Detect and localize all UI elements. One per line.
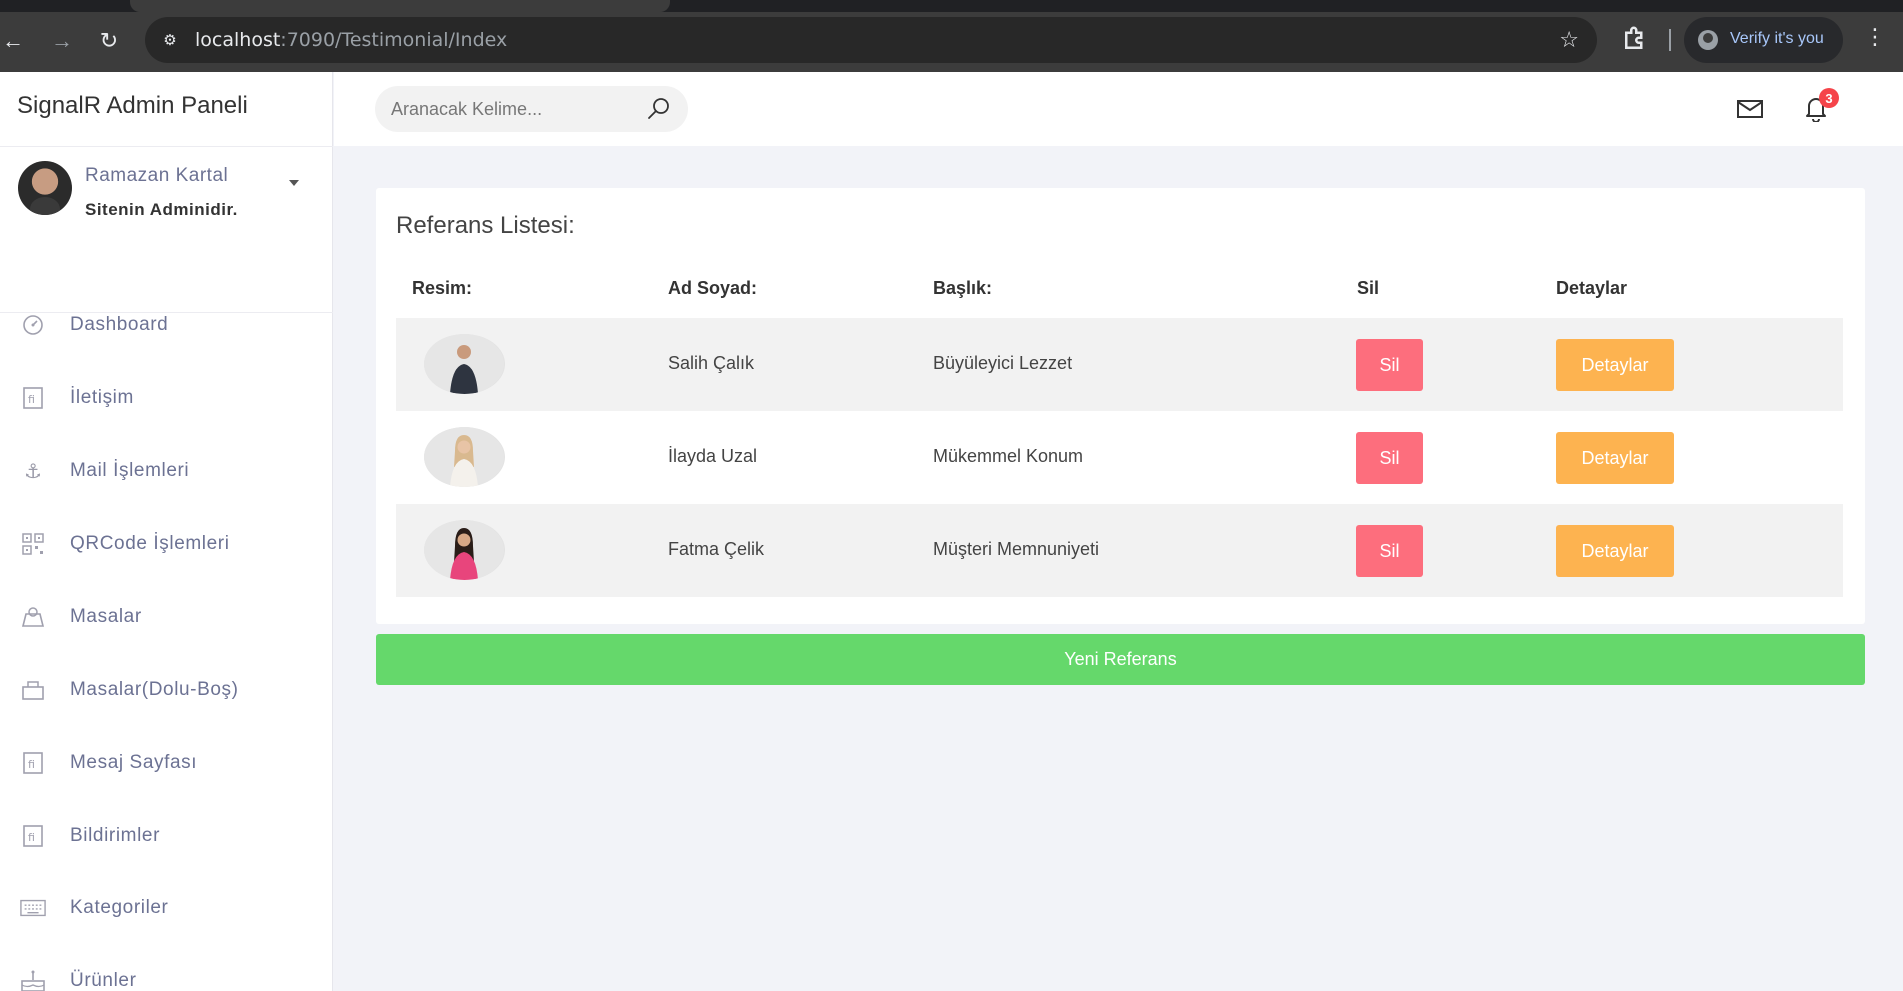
testimonial-title: Büyüleyici Lezzet (933, 353, 1073, 373)
file-icon: fi (20, 386, 46, 410)
column-header-image: Resim: (412, 278, 473, 298)
details-button[interactable]: Detaylar (1556, 525, 1674, 577)
delete-button[interactable]: Sil (1356, 525, 1423, 577)
keyboard-icon (20, 896, 46, 920)
address-bar[interactable]: ⚙ localhost:7090/Testimonial/Index ☆ (145, 17, 1597, 63)
profile-label: Verify it's you (1730, 30, 1824, 47)
search-icon[interactable] (646, 96, 672, 122)
delete-button[interactable]: Sil (1356, 432, 1423, 484)
file-icon: fi (20, 824, 46, 848)
new-testimonial-button[interactable]: Yeni Referans (376, 634, 1865, 685)
table-row: Salih Çalık Büyüleyici Lezzet Sil Detayl… (396, 318, 1843, 411)
sidebar-item-mesaj[interactable]: fi Mesaj Sayfası (0, 739, 333, 787)
brand-title[interactable]: SignalR Admin Paneli (17, 92, 248, 120)
topbar: 3 (334, 72, 1903, 146)
anchor-icon: ⚓ (24, 460, 42, 483)
details-button[interactable]: Detaylar (1556, 339, 1674, 391)
testimonial-card: Referans Listesi: Resim: Ad Soyad: Başlı… (376, 188, 1865, 624)
column-header-title: Başlık: (933, 278, 993, 298)
sidebar-item-label: QRCode İşlemleri (70, 533, 230, 554)
testimonial-photo (424, 520, 505, 580)
page-title: Referans Listesi: (396, 212, 575, 239)
table-row: Fatma Çelik Müşteri Memnuniyeti Sil Deta… (396, 504, 1843, 597)
browser-menu-icon[interactable]: ⋮ (1864, 26, 1886, 48)
browser-tab[interactable] (130, 0, 670, 12)
sidebar-item-qrcode[interactable]: QRCode İşlemleri (0, 520, 333, 568)
svg-text:fi: fi (28, 393, 35, 406)
sidebar-item-label: Masalar (70, 606, 142, 627)
svg-text:fi: fi (28, 831, 35, 844)
sidebar-item-iletisim[interactable]: fi İletişim (0, 374, 333, 422)
testimonial-title: Müşteri Memnuniyeti (933, 539, 1100, 559)
sidebar-item-label: Dashboard (70, 314, 169, 335)
testimonial-name: Salih Çalık (668, 353, 755, 373)
user-role: Sitenin Adminidir. (85, 200, 238, 219)
details-button[interactable]: Detaylar (1556, 432, 1674, 484)
sidebar-item-mail[interactable]: ⚓ Mail İşlemleri (0, 447, 333, 495)
sidebar-item-urunler[interactable]: Ürünler (0, 957, 333, 991)
mail-icon[interactable] (1736, 98, 1764, 120)
sidebar-item-label: Kategoriler (70, 897, 169, 918)
user-name: Ramazan Kartal (85, 165, 229, 186)
back-icon[interactable]: ← (0, 24, 30, 58)
qrcode-icon (20, 532, 46, 556)
svg-text:fi: fi (28, 758, 35, 771)
caret-down-icon[interactable] (289, 180, 299, 186)
testimonial-name: İlayda Uzal (668, 446, 758, 466)
gauge-icon (20, 313, 46, 337)
column-header-delete: Sil (1357, 278, 1380, 298)
column-header-details: Detaylar (1556, 278, 1628, 298)
sidebar-item-label: Ürünler (70, 970, 137, 991)
table-icon (20, 605, 46, 629)
sidebar-item-label: Mesaj Sayfası (70, 752, 198, 773)
toolbar-divider (1669, 29, 1671, 51)
url-text[interactable]: localhost:7090/Testimonial/Index (195, 29, 507, 51)
avatar (18, 161, 72, 215)
sidebar-item-bildirimler[interactable]: fi Bildirimler (0, 812, 333, 860)
testimonial-name: Fatma Çelik (668, 539, 765, 559)
profile-avatar (1698, 30, 1718, 50)
search-box[interactable] (375, 86, 688, 132)
sidebar: SignalR Admin Paneli Ramazan Kartal Site… (0, 72, 333, 991)
search-input[interactable] (391, 97, 631, 121)
url-path: :7090/Testimonial/Index (280, 29, 508, 51)
extensions-icon[interactable] (1620, 24, 1650, 54)
file-icon: fi (20, 751, 46, 775)
column-header-name: Ad Soyad: (668, 278, 758, 298)
sidebar-item-kategoriler[interactable]: Kategoriler (0, 884, 333, 932)
delete-button[interactable]: Sil (1356, 339, 1423, 391)
sidebar-item-dashboard[interactable]: Dashboard (0, 301, 333, 349)
notification-badge: 3 (1819, 88, 1839, 108)
sidebar-item-label: Mail İşlemleri (70, 460, 190, 481)
profile-chip[interactable]: Verify it's you (1684, 17, 1843, 63)
testimonial-title: Mükemmel Konum (933, 446, 1084, 466)
forward-icon[interactable]: → (45, 24, 79, 58)
browser-toolbar: ← → ↻ ⚙ localhost:7090/Testimonial/Index… (0, 0, 1903, 72)
sidebar-item-masalar-dolu-bos[interactable]: Masalar(Dolu-Boş) (0, 666, 333, 714)
testimonial-photo (424, 427, 505, 487)
table-row: İlayda Uzal Mükemmel Konum Sil Detaylar (396, 411, 1843, 504)
bookmark-star-icon[interactable]: ☆ (1559, 27, 1579, 53)
sidebar-item-label: Masalar(Dolu-Boş) (70, 679, 239, 700)
sidebar-item-masalar[interactable]: Masalar (0, 593, 333, 641)
reload-icon[interactable]: ↻ (92, 24, 126, 58)
table-icon (20, 678, 46, 702)
url-host: localhost (195, 29, 281, 51)
cake-icon (20, 969, 46, 991)
testimonial-photo (424, 334, 505, 394)
sidebar-item-label: Bildirimler (70, 825, 160, 846)
site-settings-icon[interactable]: ⚙ (159, 29, 181, 51)
sidebar-item-label: İletişim (70, 387, 134, 408)
